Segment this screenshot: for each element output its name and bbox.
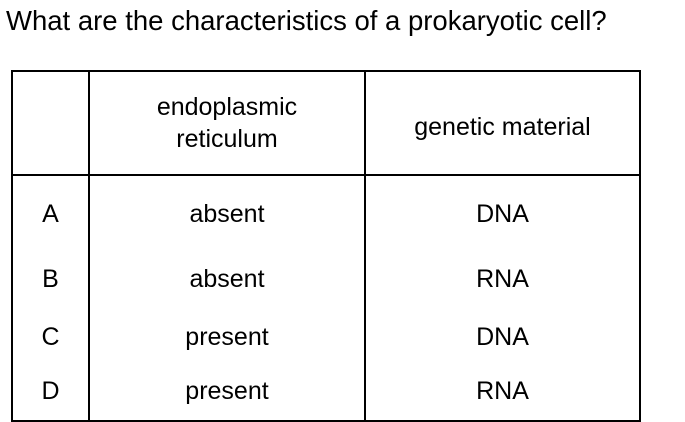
table-row: A absent DNA (11, 175, 641, 250)
table-header-row: endoplasmic reticulum genetic material (11, 70, 641, 176)
er-cell: present (88, 308, 366, 366)
table-row: C present DNA (11, 308, 641, 366)
header-er-line-2: reticulum (176, 125, 278, 153)
table-row: B absent RNA (11, 250, 641, 308)
header-option (11, 70, 90, 176)
header-er-line-1: endoplasmic (156, 93, 298, 121)
header-endoplasmic-reticulum: endoplasmic reticulum (88, 70, 366, 176)
answer-options-table: endoplasmic reticulum genetic material A… (11, 70, 641, 422)
option-letter-a: A (11, 175, 90, 250)
genetic-material-cell: RNA (364, 250, 641, 308)
option-letter-c: C (11, 308, 90, 366)
genetic-material-cell: DNA (364, 175, 641, 250)
option-letter-b: B (11, 250, 90, 308)
genetic-material-cell: DNA (364, 308, 641, 366)
question-text: What are the characteristics of a prokar… (6, 5, 607, 36)
er-cell: absent (88, 250, 366, 308)
header-genetic-material: genetic material (364, 70, 641, 176)
er-cell: absent (88, 175, 366, 250)
